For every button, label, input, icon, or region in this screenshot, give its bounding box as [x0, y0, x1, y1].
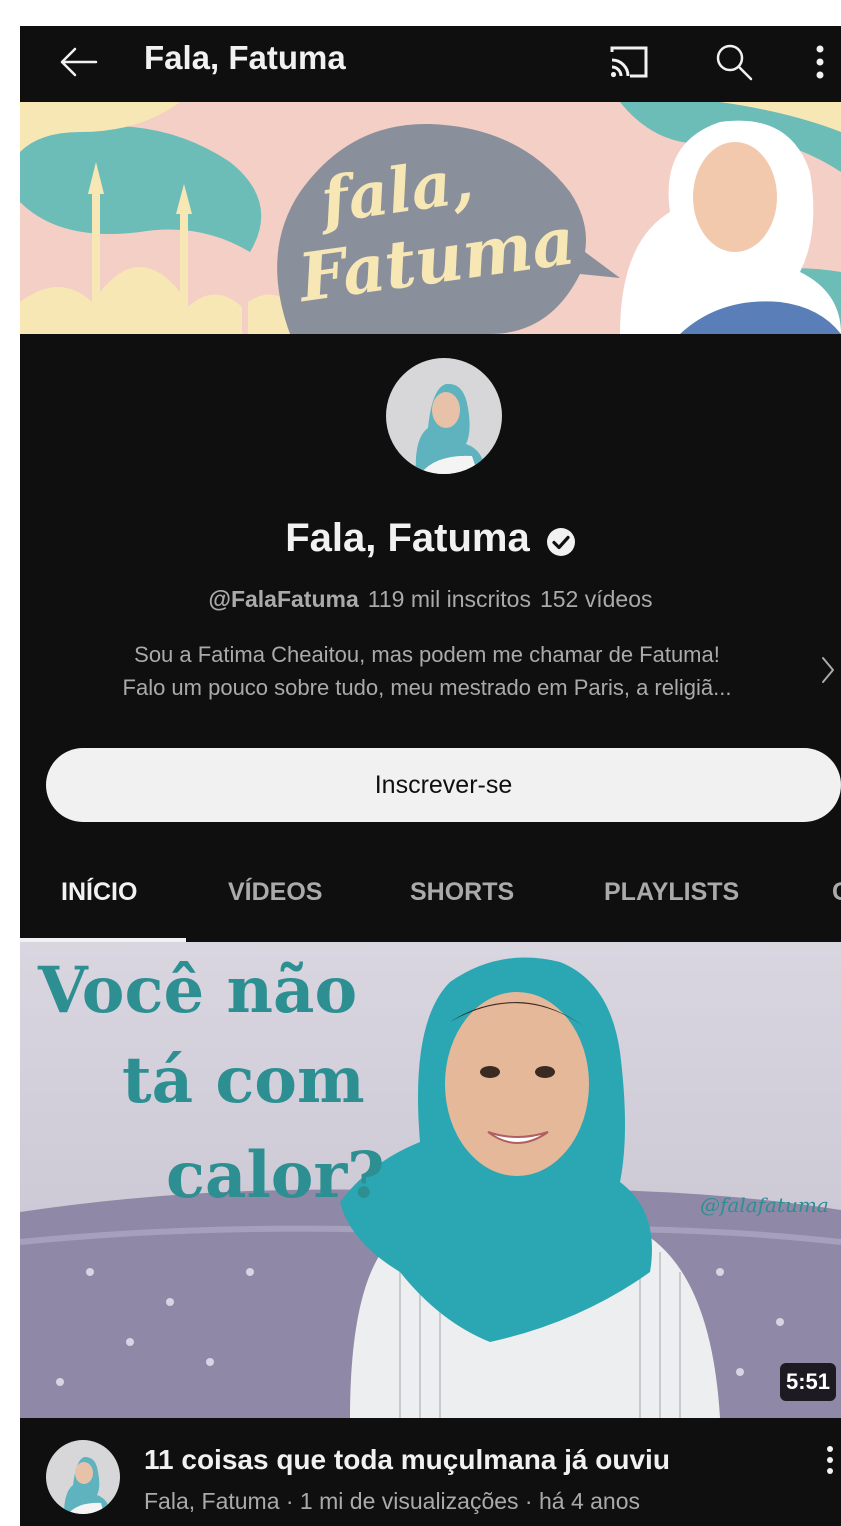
duration-badge: 5:51	[780, 1363, 837, 1401]
verified-badge-icon	[546, 527, 576, 557]
more-vert-icon[interactable]	[805, 36, 835, 88]
video-channel-avatar[interactable]	[46, 1440, 120, 1514]
description-line-2: Falo um pouco sobre tudo, meu mestrado e…	[122, 675, 732, 700]
channel-avatar[interactable]	[386, 358, 502, 474]
channel-handle: @FalaFatuma	[208, 586, 359, 612]
subscribe-button[interactable]: Inscrever-se	[46, 748, 841, 822]
video-title[interactable]: 11 coisas que toda muçulmana já ouviu	[144, 1442, 670, 1478]
video-count: 152 vídeos	[539, 586, 653, 612]
tab-inicio[interactable]: INÍCIO	[61, 862, 137, 942]
video-more-vert-icon[interactable]	[826, 1442, 841, 1478]
search-icon[interactable]	[708, 36, 760, 88]
video-meta: Fala, Fatuma · 1 mi de visualizações · h…	[144, 1488, 641, 1514]
page-title: Fala, Fatuma	[144, 39, 346, 76]
video-thumbnail[interactable]: Você não tá com calor? @falafatuma	[20, 942, 841, 1418]
channel-description[interactable]: Sou a Fatima Cheaitou, mas podem me cham…	[42, 638, 812, 704]
thumb-text-line-1: Você não	[37, 953, 357, 1028]
subscriber-count: 119 mil inscritos	[367, 586, 531, 612]
cast-icon[interactable]	[602, 36, 654, 88]
tab-videos[interactable]: VÍDEOS	[228, 862, 322, 942]
tab-partial[interactable]: C	[832, 862, 841, 942]
thumb-text-line-3: calor?	[166, 1138, 385, 1213]
channel-name-row: Fala, Fatuma	[20, 514, 841, 562]
tab-playlists[interactable]: PLAYLISTS	[604, 862, 739, 942]
chevron-right-icon[interactable]	[816, 652, 840, 688]
channel-name: Fala, Fatuma	[285, 516, 530, 560]
top-app-bar: Fala, Fatuma	[20, 26, 841, 102]
tab-shorts[interactable]: SHORTS	[410, 862, 514, 942]
channel-screen: Fala, Fatuma fala, Fatuma Fala, Fatuma @…	[20, 26, 841, 1526]
back-arrow-icon[interactable]	[54, 36, 102, 88]
thumb-text-line-2: tá com	[122, 1043, 365, 1118]
description-line-1: Sou a Fatima Cheaitou, mas podem me cham…	[134, 642, 720, 667]
channel-banner: fala, Fatuma	[20, 102, 841, 334]
channel-tabs: INÍCIO VÍDEOS SHORTS PLAYLISTS C	[20, 862, 841, 942]
thumb-watermark: @falafatuma	[700, 1193, 829, 1217]
channel-meta: @FalaFatuma 119 mil inscritos 152 vídeos	[20, 585, 841, 613]
